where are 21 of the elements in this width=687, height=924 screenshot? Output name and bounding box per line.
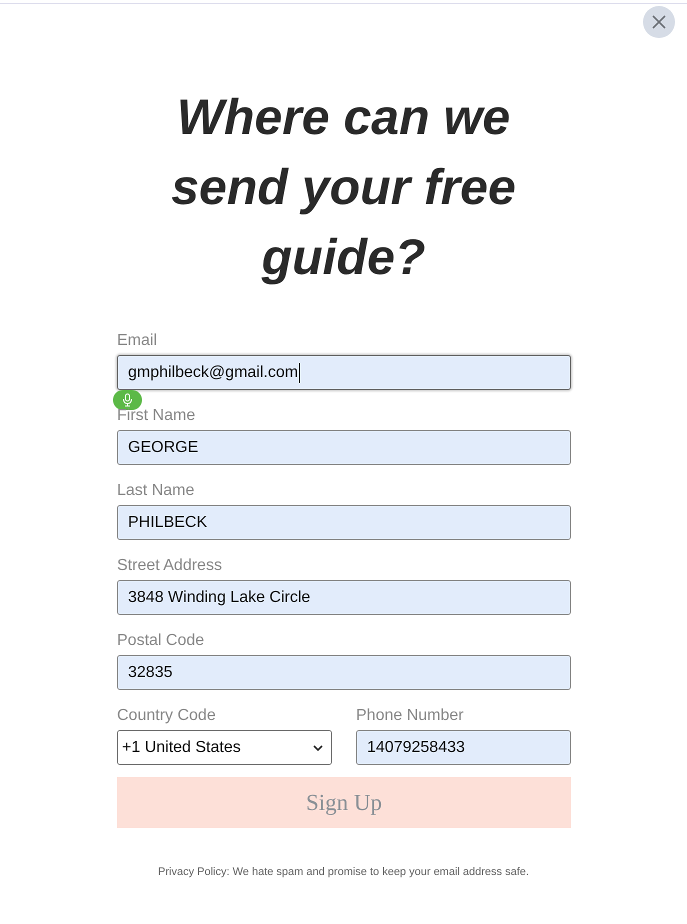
field-label: Postal Code bbox=[117, 631, 204, 651]
field-label: Country Code bbox=[117, 706, 216, 726]
field-label: First Name bbox=[117, 406, 196, 426]
chevron-down-icon bbox=[313, 744, 323, 750]
text-field[interactable]: 14079258433 bbox=[356, 730, 571, 765]
close-icon bbox=[652, 15, 666, 29]
text-field[interactable]: GEORGE bbox=[117, 430, 571, 465]
text-field[interactable]: 32835 bbox=[117, 655, 571, 690]
close-button[interactable] bbox=[643, 6, 675, 38]
text-field[interactable]: gmphilbeck@gmail.com bbox=[117, 355, 571, 390]
field-label: Email bbox=[117, 331, 158, 351]
field-label: Street Address bbox=[117, 556, 222, 576]
heading: Where can we send your free guide? bbox=[170, 88, 517, 287]
dropdown-field[interactable]: +1 United States bbox=[117, 730, 332, 765]
text-field[interactable]: 3848 Winding Lake Circle bbox=[117, 580, 571, 615]
text-field[interactable]: PHILBECK bbox=[117, 505, 571, 540]
field-label: Phone Number bbox=[356, 706, 464, 726]
field-label: Last Name bbox=[117, 481, 194, 501]
text-cursor-icon bbox=[299, 362, 300, 382]
microphone-icon[interactable] bbox=[113, 390, 142, 410]
privacy-note: Privacy Policy: We hate spam and promise to keep your email address safe. bbox=[157, 866, 530, 878]
